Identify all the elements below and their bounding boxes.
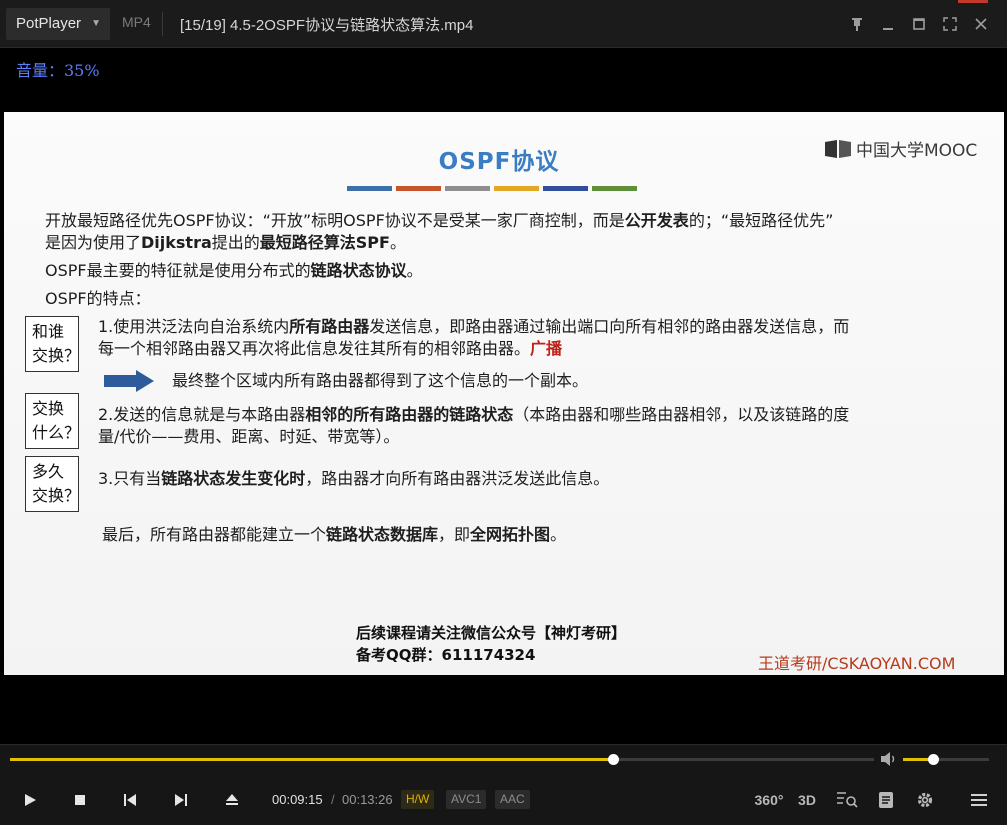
point-1-line-1: 1.使用洪泛法向自治系统内所有路由器发送信息，即路由器通过输出端口向所有相邻的路… [98,317,850,336]
stop-icon[interactable] [67,787,93,813]
control-bar: 00:09:15 / 00:13:26 H/W AVC1 AAC 360° 3D [0,744,1007,825]
accent-tick [958,0,988,3]
follow-notice: 后续课程请关注微信公众号【神灯考研】 备考QQ群：611174324 [356,622,626,666]
audio-codec-badge[interactable]: AAC [495,790,530,809]
title-color-bars [347,186,637,191]
play-icon[interactable] [17,787,43,813]
total-time: 00:13:26 [342,792,393,807]
menu-icon[interactable] [966,787,992,813]
seek-progress-fill [10,758,613,761]
vr-360-button[interactable]: 360° [755,787,784,813]
format-label: MP4 [122,14,151,30]
point-2-line-2: 量/代价——费用、距离、时延、带宽等）。 [98,427,400,446]
file-title: [15/19] 4.5-2OSPF协议与链路状态算法.mp4 [180,17,474,34]
minimize-icon[interactable] [876,12,900,36]
intro-line-3: OSPF最主要的特征就是使用分布式的链路状态协议。 [45,261,423,280]
point-3-line: 3.只有当链路状态发生变化时，路由器才向所有路由器洪泛发送此信息。 [98,469,610,488]
mooc-logo: 中国大学MOOC [824,136,977,161]
mooc-logo-text: 中国大学MOOC [856,141,978,161]
next-icon[interactable] [168,787,194,813]
point-2-line-1: 2.发送的信息就是与本路由器相邻的所有路由器的链路状态（本路由器和哪些路由器相邻… [98,405,850,424]
app-name: PotPlayer [16,15,82,32]
color-bar-5 [543,186,588,191]
hw-decoding-badge[interactable]: H/W [401,790,435,809]
watermark: 王道考研/CSKAOYAN.COM [758,654,956,673]
gear-icon[interactable] [912,787,938,813]
chevron-down-icon: ▼ [91,18,101,29]
arrow-right-icon [104,370,154,392]
arrow-text: 最终整个区域内所有路由器都得到了这个信息的一个副本。 [172,371,589,390]
color-bar-3 [445,186,490,191]
question-box-who: 和谁 交换？ [25,316,80,372]
question-box-when: 多久 交换？ [25,456,80,512]
pin-icon[interactable] [845,12,869,36]
volume-handle[interactable] [928,754,940,765]
follow-line-1: 后续课程请关注微信公众号【神灯考研】 [356,624,627,642]
volume-slider[interactable] [903,754,989,765]
color-bar-1 [347,186,392,191]
follow-line-2: 备考QQ群：611174324 [356,646,536,664]
seek-handle[interactable] [607,754,619,765]
close-icon[interactable] [969,12,993,36]
book-icon [825,139,851,158]
3d-button[interactable]: 3D [794,787,820,813]
fullscreen-icon[interactable] [938,12,962,36]
time-separator: / [331,792,335,807]
intro-line-1: 开放最短路径优先OSPF协议：“开放”标明OSPF协议不是受某一家厂商控制，而是… [45,211,834,230]
final-line: 最后，所有路由器都能建立一个链路状态数据库，即全网拓扑图。 [102,525,567,544]
previous-icon[interactable] [117,787,143,813]
video-frame[interactable]: OSPF协议 中国大学MOOC 开放最短路径优先OSPF协议：“开放”标明OSP… [4,112,1004,675]
maximize-icon[interactable] [907,12,931,36]
title-bar: PotPlayer ▼ MP4 [15/19] 4.5-2OSPF协议与链路状态… [0,0,1007,48]
color-bar-2 [396,186,441,191]
point-1-line-2: 每一个相邻路由器又再次将此信息发往其所有的相邻路由器。广播 [98,339,563,358]
app-menu-button[interactable]: PotPlayer ▼ [6,8,110,40]
video-codec-badge[interactable]: AVC1 [446,790,487,809]
color-bar-6 [592,186,637,191]
intro-line-2: 是因为使用了Dijkstra提出的最短路径算法SPF。 [45,233,406,252]
features-heading: OSPF的特点： [45,289,151,308]
playlist-search-icon[interactable] [834,787,860,813]
speaker-icon[interactable] [880,751,898,767]
title-divider [162,12,163,36]
seek-bar[interactable] [10,754,874,765]
current-time: 00:09:15 [272,792,323,807]
document-icon[interactable] [873,787,899,813]
eject-icon[interactable] [219,787,245,813]
question-box-what: 交换 什么？ [25,393,80,449]
volume-osd: 音量：35% [16,61,100,80]
color-bar-4 [494,186,539,191]
